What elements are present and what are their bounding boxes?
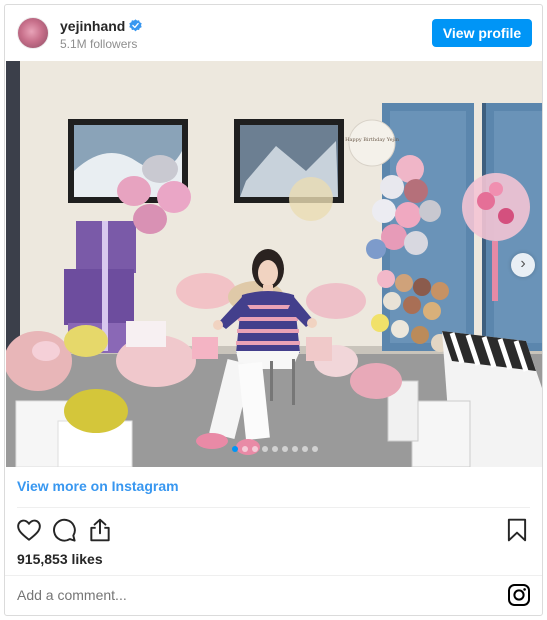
post-header: yejinhand 5.1M followers View profile (5, 5, 542, 61)
like-count[interactable]: 915,853 likes (17, 551, 103, 567)
photo-illustration: Happy Birthday Yejin (6, 61, 542, 467)
carousel-dots (6, 446, 542, 452)
carousel-dot[interactable] (231, 446, 238, 452)
view-profile-button[interactable]: View profile (432, 19, 532, 47)
comment-icon[interactable] (51, 517, 77, 543)
heart-icon[interactable] (16, 517, 42, 543)
carousel-dot[interactable] (251, 446, 258, 452)
carousel-dot[interactable] (301, 446, 308, 452)
follower-count: 5.1M followers (60, 37, 138, 51)
instagram-embed-card: yejinhand 5.1M followers View profile Ha… (4, 4, 543, 616)
username-row[interactable]: yejinhand (60, 18, 143, 34)
instagram-logo-icon[interactable] (507, 583, 531, 607)
carousel-dot[interactable] (311, 446, 318, 452)
avatar[interactable] (17, 17, 49, 49)
divider (5, 575, 542, 576)
carousel-dot[interactable] (241, 446, 248, 452)
chevron-right-icon[interactable]: › (511, 253, 535, 277)
balloon-text: Happy Birthday Yejin (345, 137, 400, 143)
carousel-dot[interactable] (281, 446, 288, 452)
view-more-link[interactable]: View more on Instagram (17, 478, 179, 494)
carousel-dot[interactable] (291, 446, 298, 452)
carousel-dot[interactable] (271, 446, 278, 452)
carousel-dot[interactable] (261, 446, 268, 452)
post-photo[interactable]: Happy Birthday Yejin › (6, 61, 542, 467)
divider (17, 507, 530, 508)
share-icon[interactable] (87, 517, 113, 543)
bookmark-icon[interactable] (504, 517, 530, 543)
verified-badge-icon (129, 19, 143, 32)
username[interactable]: yejinhand (60, 18, 125, 34)
comment-input[interactable] (17, 587, 437, 603)
